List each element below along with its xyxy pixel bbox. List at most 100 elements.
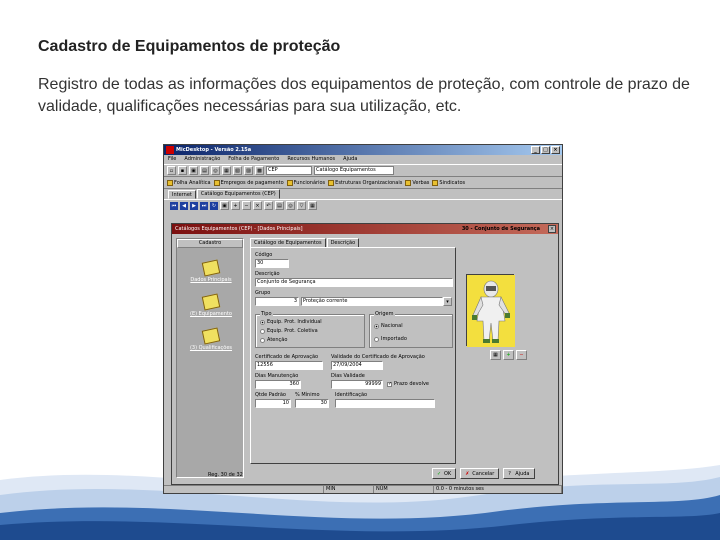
- shortcut-empregos[interactable]: Empregos de pagamento: [213, 179, 284, 186]
- delete-record-icon[interactable]: −: [242, 201, 251, 210]
- app-window: MicDesktop - Versão 2.15a _ □ × File Adm…: [163, 144, 563, 494]
- program-code-input[interactable]: CEP: [266, 166, 312, 175]
- first-record-button[interactable]: ⏮: [170, 201, 178, 210]
- slide: Cadastro de Equipamentos de proteção Reg…: [0, 0, 720, 540]
- child-title: Catálogos Equipamentos (CEP) - [Dados Pr…: [175, 226, 303, 232]
- save-icon[interactable]: ▣: [189, 166, 198, 175]
- tools-icon[interactable]: ▦: [222, 166, 231, 175]
- grid-icon[interactable]: ▧: [233, 166, 242, 175]
- image-add-icon[interactable]: +: [503, 350, 514, 360]
- window-titlebar: MicDesktop - Versão 2.15a _ □ ×: [164, 145, 562, 155]
- nav-equipamento[interactable]: (E) Equipamento: [177, 293, 245, 317]
- radio-origem-importado[interactable]: Importado: [374, 336, 407, 342]
- menu-administracao[interactable]: Administração: [184, 155, 220, 164]
- save-record-icon[interactable]: ▣: [220, 201, 229, 210]
- grupo-code-input[interactable]: 3: [255, 297, 299, 306]
- minimo-input[interactable]: 30: [295, 399, 329, 408]
- print-icon[interactable]: ▤: [200, 166, 209, 175]
- minimize-button[interactable]: _: [531, 146, 540, 154]
- identificacao-label: Identificação: [335, 392, 368, 398]
- menu-ajuda[interactable]: Ajuda: [343, 155, 357, 164]
- shortcut-verbas[interactable]: Verbas: [405, 179, 429, 186]
- filter-icon[interactable]: ▽: [297, 201, 306, 210]
- qtde-padrao-label: Qtde Padrão: [255, 392, 286, 398]
- qtde-padrao-input[interactable]: 10: [255, 399, 291, 408]
- image-remove-icon[interactable]: −: [516, 350, 527, 360]
- undo-icon[interactable]: ↶: [264, 201, 273, 210]
- chevron-down-icon[interactable]: ▾: [443, 297, 452, 306]
- menu-file[interactable]: File: [168, 155, 176, 164]
- radio-tipo-atencao[interactable]: Atenção: [260, 337, 287, 343]
- menu-rh[interactable]: Recursos Humanos: [287, 155, 335, 164]
- shortcut-estruturas[interactable]: Estruturas Organizacionais: [328, 179, 402, 186]
- close-button[interactable]: ×: [551, 146, 560, 154]
- nav-dados-principais[interactable]: Dados Principais: [177, 259, 245, 283]
- record-counter: Reg. 30 de 32: [208, 472, 243, 478]
- slide-body: Registro de todas as informações dos equ…: [38, 76, 690, 115]
- find-icon[interactable]: ◎: [211, 166, 220, 175]
- grupo-select[interactable]: Proteção corrente: [301, 297, 443, 306]
- menu-folha[interactable]: Folha de Pagamento: [228, 155, 279, 164]
- status-min: MIN: [324, 486, 374, 493]
- record-title: 30 - Conjunto de Segurança: [461, 226, 540, 232]
- origem-group: Origem Nacional Importado: [369, 311, 453, 348]
- child-close-button[interactable]: ×: [548, 225, 556, 233]
- dias-validade-label: Dias Validade: [331, 373, 365, 379]
- maximize-button[interactable]: □: [541, 146, 550, 154]
- tab-catalogo[interactable]: Catálogo Equipamentos (CEP): [196, 189, 280, 199]
- calendar-icon[interactable]: ▨: [244, 166, 253, 175]
- status-empty: [164, 486, 324, 493]
- certificado-label: Certificado de Aprovação: [255, 354, 319, 360]
- status-bar: MIN NÚM 0.0 - 0 minutos ses: [164, 485, 562, 493]
- ok-button[interactable]: ✓ OK: [432, 468, 457, 479]
- folder-icon: [167, 179, 173, 186]
- shortcut-bar: Folha Analítica Empregos de pagamento Fu…: [164, 177, 562, 189]
- notepad-icon: [201, 293, 221, 311]
- prazo-devolve-checkbox[interactable]: ✓ Prazo devolve: [387, 381, 429, 387]
- report-record-icon[interactable]: ▤: [275, 201, 284, 210]
- shortcut-funcionarios[interactable]: Funcionários: [286, 179, 325, 186]
- shortcut-folha-analitica[interactable]: Folha Analítica: [167, 179, 211, 186]
- check-icon: ✓: [437, 471, 442, 477]
- tab-internet[interactable]: Internet: [168, 190, 196, 199]
- folder-icon: [286, 179, 293, 186]
- radio-tipo-coletiva[interactable]: Equip. Prot. Coletiva: [260, 328, 318, 334]
- form-tabs: Catálogo de Equipamentos Descrição Códig…: [250, 238, 456, 464]
- next-record-button[interactable]: ▶: [190, 201, 198, 210]
- child-window: Catálogos Equipamentos (CEP) - [Dados Pr…: [171, 223, 559, 485]
- last-record-button[interactable]: ⏭: [200, 201, 208, 210]
- cancel-record-icon[interactable]: ×: [253, 201, 262, 210]
- slide-title: Cadastro de Equipamentos de proteção: [38, 38, 341, 55]
- descricao-input[interactable]: Conjunto de Segurança: [255, 278, 453, 287]
- shortcut-sindicatos[interactable]: Sindicatos: [432, 179, 465, 186]
- nav-qualificacoes[interactable]: (3) Qualificações: [177, 327, 245, 351]
- new-record-icon[interactable]: +: [231, 201, 240, 210]
- status-num: NÚM: [374, 486, 434, 493]
- export-icon[interactable]: ▦: [308, 201, 317, 210]
- open-icon[interactable]: ▪: [178, 166, 187, 175]
- radio-tipo-individual[interactable]: Equip. Prot. Individual: [260, 319, 322, 325]
- dias-validade-input[interactable]: 99999: [331, 380, 383, 389]
- certificado-input[interactable]: 12556: [255, 361, 323, 370]
- cross-icon: ✗: [465, 471, 470, 477]
- prev-record-button[interactable]: ◀: [180, 201, 188, 210]
- dias-manutencao-label: Dias Manutenção: [255, 373, 299, 379]
- codigo-label: Código: [255, 252, 273, 258]
- radio-origem-nacional[interactable]: Nacional: [374, 323, 403, 329]
- program-name-input[interactable]: Catálogo Equipamentos: [314, 166, 394, 175]
- validade-certificado-input[interactable]: 27/09/2004: [331, 361, 383, 370]
- refresh-button[interactable]: ↻: [210, 201, 218, 210]
- help-button[interactable]: ? Ajuda: [503, 468, 535, 479]
- new-icon[interactable]: ▫: [167, 166, 176, 175]
- validade-certificado-label: Validade do Certificado de Aprovação: [331, 354, 425, 360]
- search-icon[interactable]: ◎: [286, 201, 295, 210]
- cancel-button[interactable]: ✗ Cancelar: [460, 468, 500, 479]
- identificacao-input[interactable]: [335, 399, 435, 408]
- image-load-icon[interactable]: ▦: [490, 350, 501, 360]
- dias-manutencao-input[interactable]: 360: [255, 380, 301, 389]
- photo-tools: ▦ + −: [490, 350, 527, 360]
- codigo-input[interactable]: 30: [255, 259, 289, 268]
- equipment-photo: [466, 274, 515, 347]
- report-icon[interactable]: ▩: [255, 166, 264, 175]
- tipo-group: Tipo Equip. Prot. Individual Equip. Prot…: [255, 311, 365, 348]
